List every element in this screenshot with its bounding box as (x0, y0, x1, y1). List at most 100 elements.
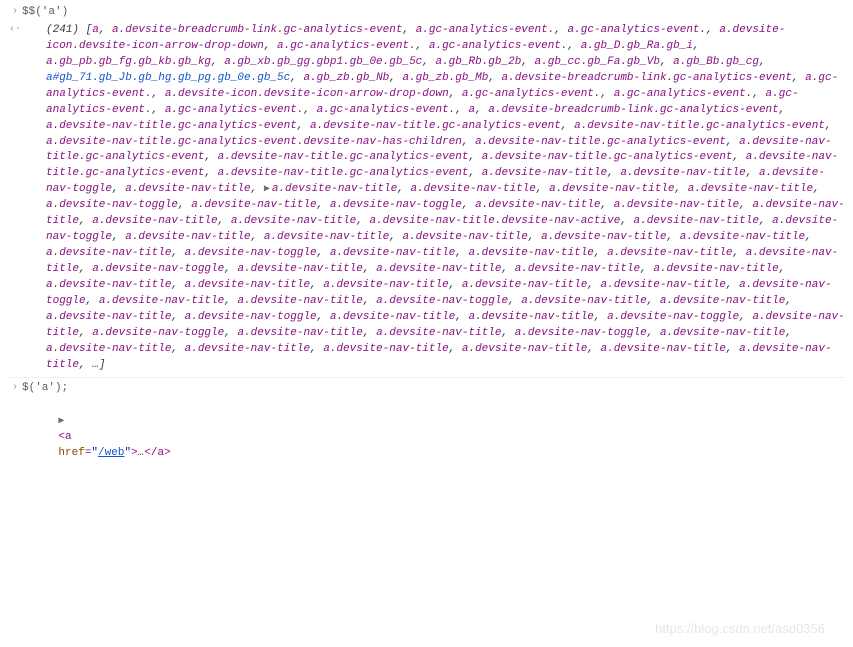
ellipsis: … (92, 359, 99, 371)
array-item[interactable]: a.devsite-nav-title (46, 247, 171, 259)
array-item[interactable]: a.gc-analytics-event. (277, 40, 416, 52)
array-item[interactable]: a.devsite-nav-title.gc-analytics-event (574, 120, 825, 132)
array-item[interactable]: a.devsite-nav-title (475, 199, 600, 211)
array-item[interactable]: a.devsite-nav-title (46, 311, 171, 323)
array-item[interactable]: a.gc-analytics-event. (165, 104, 304, 116)
array-item[interactable]: a.devsite-nav-toggle (92, 263, 224, 275)
array-item[interactable]: a.devsite-nav-title (410, 183, 535, 195)
array-item[interactable]: a.devsite-nav-title (323, 343, 448, 355)
array-item[interactable]: a.devsite-nav-title (634, 215, 759, 227)
array-item[interactable]: a.devsite-nav-title (323, 279, 448, 291)
array-item[interactable]: a.devsite-nav-title (614, 199, 739, 211)
array-item[interactable]: a.gb_Rb.gb_2b (435, 56, 521, 68)
array-item[interactable]: a.devsite-nav-title (330, 247, 455, 259)
separator: , (416, 40, 429, 52)
array-item[interactable]: a.devsite-nav-title (515, 263, 640, 275)
separator: , (594, 311, 607, 323)
array-item[interactable]: a.devsite-nav-title (237, 263, 362, 275)
array-item[interactable]: a.gb_zb.gb_Nb (303, 72, 389, 84)
array-item[interactable]: a.devsite-nav-title (191, 199, 316, 211)
array-item[interactable]: a.gc-analytics-event. (568, 24, 707, 36)
array-item[interactable]: a.devsite-nav-title (462, 279, 587, 291)
html-attr-value-link[interactable]: /web (98, 447, 124, 459)
array-item[interactable]: a.devsite-nav-title.gc-analytics-event (218, 167, 469, 179)
array-item[interactable]: a.devsite-nav-title (125, 231, 250, 243)
array-item[interactable]: a.devsite-nav-title (272, 183, 397, 195)
array-item[interactable]: a.devsite-nav-title (468, 311, 593, 323)
console-input-row[interactable]: › $$('a') (8, 4, 845, 22)
array-item[interactable]: a.devsite-nav-title (601, 343, 726, 355)
separator: , (587, 343, 600, 355)
array-item[interactable]: a.devsite-nav-title (376, 327, 501, 339)
array-item[interactable]: a.devsite-nav-title.gc-analytics-event.d… (46, 136, 462, 148)
expand-toggle-icon[interactable]: ▶ (58, 415, 68, 430)
array-item[interactable]: a#gb_71.gb_Jb.gb_hg.gb_pg.gb_0e.gb_5c (46, 72, 290, 84)
array-item[interactable]: a.devsite-nav-toggle (607, 311, 739, 323)
array-item[interactable]: a.devsite-nav-title (468, 247, 593, 259)
array-item[interactable]: a.devsite-nav-title (620, 167, 745, 179)
array-item[interactable]: a.gc-analytics-event. (317, 104, 456, 116)
array-item[interactable]: a.devsite-nav-title (601, 279, 726, 291)
array-item[interactable]: a.devsite-nav-toggle (376, 295, 508, 307)
separator: , (528, 231, 541, 243)
array-item[interactable]: a.devsite-nav-toggle (515, 327, 647, 339)
array-item[interactable]: a.devsite-nav-title (231, 215, 356, 227)
array-item[interactable]: a.devsite-nav-title (376, 263, 501, 275)
array-item[interactable]: a.devsite-nav-title (46, 343, 171, 355)
array-item[interactable]: a.devsite-nav-title (237, 327, 362, 339)
array-item[interactable]: a.devsite-nav-title (402, 231, 527, 243)
array-item[interactable]: a.devsite-nav-title (99, 295, 224, 307)
array-item[interactable]: a.devsite-nav-title.devsite-nav-active (369, 215, 620, 227)
array-item[interactable]: a.devsite-nav-title.gc-analytics-event (475, 136, 726, 148)
array-item[interactable]: a.gc-analytics-event. (462, 88, 601, 100)
array-item[interactable]: a.gb_pb.gb_fg.gb_kb.gb_kg (46, 56, 211, 68)
array-item[interactable]: a.devsite-breadcrumb-link.gc-analytics-e… (488, 104, 778, 116)
array-item[interactable]: a.devsite-nav-title (680, 231, 805, 243)
array-item[interactable]: a.gc-analytics-event. (429, 40, 568, 52)
array-item[interactable]: a.devsite-nav-title (653, 263, 778, 275)
array-item[interactable]: a.devsite-nav-title (237, 295, 362, 307)
array-item[interactable]: a.gc-analytics-event. (416, 24, 555, 36)
array-item[interactable]: a.devsite-nav-title (264, 231, 389, 243)
array-item[interactable]: a.gc-analytics-event. (614, 88, 753, 100)
array-item[interactable]: a.devsite-nav-title.gc-analytics-event (482, 151, 733, 163)
array-item[interactable]: a.gb_Bb.gb_cg (673, 56, 759, 68)
separator: , (171, 311, 184, 323)
array-item[interactable]: a.devsite-nav-title (330, 311, 455, 323)
console-input-row[interactable]: › $('a'); (8, 380, 845, 398)
array-item[interactable]: a.devsite-nav-title (462, 343, 587, 355)
console-output-row[interactable]: ▶ <a href="/web">…</a> (8, 398, 845, 480)
array-item[interactable]: a.devsite-breadcrumb-link.gc-analytics-e… (112, 24, 402, 36)
array-item[interactable]: a.devsite-nav-title (607, 247, 732, 259)
array-item[interactable]: a.devsite-nav-title (660, 327, 785, 339)
array-item[interactable]: a.devsite-nav-title (185, 343, 310, 355)
array-item[interactable]: a.devsite-nav-title (125, 183, 250, 195)
array-item[interactable]: a.devsite-nav-title (660, 295, 785, 307)
array-item[interactable]: a.devsite-nav-title (482, 167, 607, 179)
array-item[interactable]: a.devsite-nav-title.gc-analytics-event (46, 120, 297, 132)
array-item[interactable]: a (92, 24, 99, 36)
array-item[interactable]: a.devsite-nav-title (521, 295, 646, 307)
array-item[interactable]: a.devsite-nav-title (46, 279, 171, 291)
array-item[interactable]: a.devsite-nav-toggle (185, 247, 317, 259)
array-item[interactable]: a.devsite-icon.devsite-icon-arrow-drop-d… (165, 88, 449, 100)
array-item[interactable]: a.devsite-nav-title (688, 183, 813, 195)
console-output-row[interactable]: ‹· (241) [a, a.devsite-breadcrumb-link.g… (8, 22, 845, 375)
array-item[interactable]: a.devsite-nav-title (92, 215, 217, 227)
array-item[interactable]: a.devsite-nav-title (549, 183, 674, 195)
array-item[interactable]: a.devsite-nav-toggle (46, 199, 178, 211)
array-item[interactable]: a.gb_cc.gb_Fa.gb_Vb (535, 56, 660, 68)
array-item[interactable]: a.devsite-nav-title (541, 231, 666, 243)
array-item[interactable]: a.devsite-nav-title.gc-analytics-event (310, 120, 561, 132)
array-item[interactable]: a.devsite-nav-toggle (330, 199, 462, 211)
separator: , (112, 231, 125, 243)
separator: , (475, 104, 488, 116)
array-item[interactable]: a.gb_D.gb_Ra.gb_i (581, 40, 693, 52)
array-item[interactable]: a.devsite-breadcrumb-link.gc-analytics-e… (502, 72, 792, 84)
array-item[interactable]: a.gb_xb.gb_gg.gbp1.gb_0e.gb_5c (224, 56, 422, 68)
array-item[interactable]: a.devsite-nav-toggle (185, 311, 317, 323)
array-item[interactable]: a.devsite-nav-title (185, 279, 310, 291)
array-item[interactable]: a.devsite-nav-title.gc-analytics-event (218, 151, 469, 163)
array-item[interactable]: a.devsite-nav-toggle (92, 327, 224, 339)
array-item[interactable]: a.gb_zb.gb_Mb (402, 72, 488, 84)
